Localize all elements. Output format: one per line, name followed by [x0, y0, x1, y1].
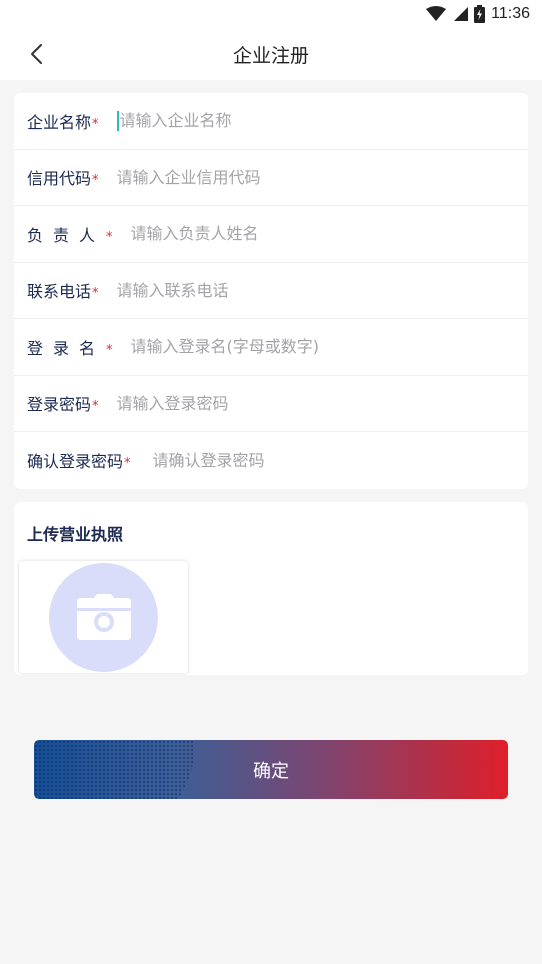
chevron-left-icon	[31, 44, 42, 64]
upload-placeholder	[49, 562, 158, 672]
person-in-charge-input[interactable]	[130, 218, 528, 249]
required-star: *	[92, 286, 99, 302]
battery-charging-icon	[474, 5, 486, 23]
form-row-credit-code: 信用代码 *	[14, 150, 528, 206]
page-title: 企业注册	[232, 44, 309, 67]
required-star: *	[124, 456, 131, 472]
upload-license-button[interactable]	[19, 561, 188, 673]
upload-license-card: 上传营业执照	[14, 502, 528, 675]
phone-input[interactable]	[116, 275, 528, 306]
required-star: *	[92, 173, 99, 189]
status-bar: 11:36	[0, 0, 542, 28]
phone-label: 联系电话 *	[27, 282, 99, 302]
button-pattern	[34, 740, 194, 799]
login-name-label: 登录名 *	[27, 338, 113, 358]
confirm-button[interactable]: 确定	[34, 740, 508, 799]
person-in-charge-label: 负责人 *	[27, 225, 113, 245]
login-name-input[interactable]	[130, 331, 528, 362]
credit-code-input[interactable]	[116, 162, 528, 193]
form-row-phone: 联系电话 *	[14, 263, 528, 319]
password-input[interactable]	[116, 388, 528, 419]
form-row-login-name: 登录名 *	[14, 319, 528, 376]
company-name-label: 企业名称 *	[27, 112, 99, 132]
upload-title: 上传营业执照	[27, 525, 124, 544]
form-row-company-name: 企业名称 *	[14, 93, 528, 150]
form-row-password: 登录密码 *	[14, 376, 528, 432]
company-name-input[interactable]	[119, 105, 528, 136]
confirm-password-input[interactable]	[152, 445, 528, 476]
credit-code-label: 信用代码 *	[27, 169, 99, 189]
required-star: *	[92, 116, 99, 132]
nav-bar: 企业注册	[0, 28, 542, 80]
password-label: 登录密码 *	[27, 395, 99, 415]
confirm-password-label: 确认登录密码 *	[27, 452, 131, 472]
back-button[interactable]	[22, 40, 50, 68]
text-cursor	[116, 110, 119, 131]
status-time: 11:36	[491, 5, 530, 22]
required-star: *	[106, 342, 113, 358]
required-star: *	[106, 229, 113, 245]
wifi-icon	[426, 6, 447, 21]
signal-icon	[454, 7, 469, 21]
form-row-person-in-charge: 负责人 *	[14, 206, 528, 263]
confirm-button-label: 确定	[253, 760, 289, 782]
form-row-confirm-password: 确认登录密码 *	[14, 432, 528, 489]
camera-icon	[76, 594, 131, 640]
required-star: *	[92, 399, 99, 415]
registration-form: 企业名称* 信用代码* 负责人* 联系电话* 登录名* 登录密码*	[14, 93, 528, 489]
